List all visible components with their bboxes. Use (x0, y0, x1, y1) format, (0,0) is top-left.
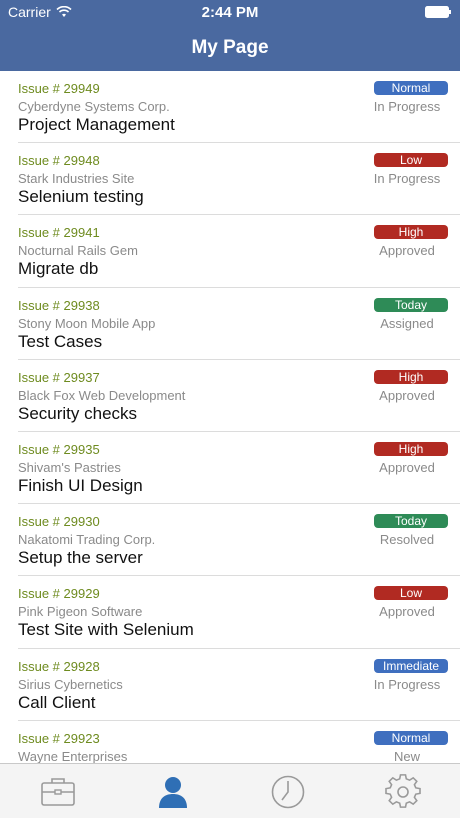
issue-title: Setup the server (18, 548, 143, 568)
issue-number: Issue # 29929 (18, 586, 100, 602)
tab-projects[interactable] (0, 764, 115, 818)
priority-badge: Low (374, 153, 448, 168)
header: Carrier 2:44 PM My Page (0, 0, 460, 71)
priority-badge: Immediate (374, 658, 448, 673)
clock-icon (271, 775, 304, 808)
issue-title: Selenium testing (18, 187, 144, 207)
priority-badge: Low (374, 586, 448, 601)
issue-company: Nakatomi Trading Corp. (18, 532, 156, 548)
issue-row[interactable]: Issue # 29935 Shivam's Pastries Finish UI … (0, 432, 460, 505)
issue-company: Wayne Enterprises (18, 748, 128, 763)
issue-company: Stark Industries Site (18, 171, 135, 187)
issue-title: Test Site with Selenium (18, 620, 194, 640)
status-label: Assigned (380, 315, 434, 331)
status-label: Approved (379, 387, 435, 403)
issue-list[interactable]: Issue # 29949 Cyberdyne Systems Corp. Proj… (0, 71, 460, 763)
priority-badge: High (374, 225, 448, 240)
priority-badge: High (374, 441, 448, 456)
issue-number: Issue # 29928 (18, 658, 100, 674)
issue-company: Sirius Cybernetics (18, 676, 123, 692)
issue-title: Finish UI Design (18, 475, 143, 495)
priority-badge: High (374, 369, 448, 384)
tab-time[interactable] (230, 764, 345, 818)
issue-company: Black Fox Web Development (18, 387, 186, 403)
gear-icon (384, 773, 421, 808)
person-icon (158, 776, 187, 808)
issue-row[interactable]: Issue # 29923 Wayne Enterprises Normal New (0, 721, 460, 763)
issue-number: Issue # 29923 (18, 730, 100, 746)
issue-row[interactable]: Issue # 29937 Black Fox Web Development Se… (0, 360, 460, 433)
priority-badge: Normal (374, 730, 448, 745)
status-label: Approved (379, 459, 435, 475)
issue-title: Migrate db (18, 259, 99, 279)
issue-title: Test Cases (18, 331, 103, 351)
issue-company: Nocturnal Rails Gem (18, 243, 138, 259)
status-time: 2:44 PM (201, 4, 259, 21)
issue-number: Issue # 29941 (18, 225, 100, 241)
issue-title: Call Client (18, 692, 96, 712)
issue-title: Project Management (18, 115, 175, 134)
issue-row[interactable]: Issue # 29928 Sirius Cybernetics Call Clie… (0, 649, 460, 721)
issue-company: Pink Pigeon Software (18, 604, 143, 620)
status-label: In Progress (373, 676, 441, 692)
issue-number: Issue # 29949 (18, 81, 100, 96)
issue-number: Issue # 29935 (18, 441, 100, 457)
priority-badge: Today (374, 297, 448, 312)
issue-row[interactable]: Issue # 29949 Cyberdyne Systems Corp. Proj… (0, 71, 460, 144)
status-label: In Progress (373, 171, 441, 187)
issue-row[interactable]: Issue # 29929 Pink Pigeon Software Test Si… (0, 576, 460, 649)
issue-company: Stony Moon Mobile App (18, 315, 156, 331)
priority-badge: Normal (374, 81, 448, 95)
issue-number: Issue # 29938 (18, 297, 100, 313)
tab-my-page[interactable] (115, 764, 230, 818)
tab-settings[interactable] (345, 764, 460, 818)
tab-bar (0, 763, 460, 818)
status-label: Resolved (379, 532, 435, 548)
issue-row[interactable]: Issue # 29930 Nakatomi Trading Corp. Setup… (0, 504, 460, 577)
priority-badge: Today (374, 514, 448, 529)
briefcase-icon (40, 777, 75, 806)
issue-company: Cyberdyne Systems Corp. (18, 99, 170, 114)
page-title: My Page (191, 37, 269, 58)
issue-number: Issue # 29948 (18, 153, 100, 169)
status-label: New (393, 748, 420, 763)
status-label: Approved (379, 243, 435, 259)
issue-number: Issue # 29937 (18, 369, 100, 385)
issue-row[interactable]: Issue # 29941 Nocturnal Rails Gem Migrate … (0, 215, 460, 288)
battery-icon (425, 6, 451, 18)
issue-number: Issue # 29930 (18, 514, 100, 530)
issue-row[interactable]: Issue # 29938 Stony Moon Mobile App Test C… (0, 288, 460, 360)
issue-title: Security checks (18, 403, 138, 423)
issue-company: Shivam's Pastries (18, 459, 121, 475)
status-label: In Progress (373, 99, 441, 114)
status-bar: Carrier 2:44 PM (0, 0, 460, 24)
status-label: Approved (379, 604, 435, 620)
issue-row[interactable]: Issue # 29948 Stark Industries Site Seleni… (0, 143, 460, 216)
